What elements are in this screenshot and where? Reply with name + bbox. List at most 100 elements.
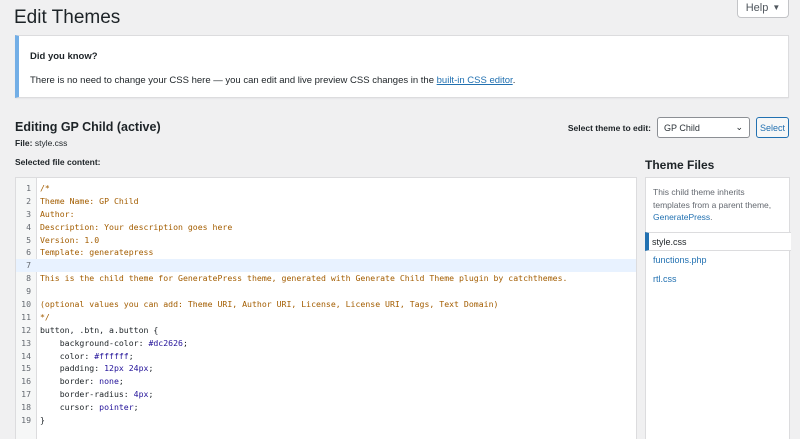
line-number: 10 — [21, 299, 31, 310]
code-line[interactable]: 2 Theme Name: GP Child — [16, 195, 636, 208]
code-line[interactable]: 17 border-radius: 4px; — [16, 388, 636, 401]
code-line[interactable]: 7 — [16, 259, 636, 273]
line-number: 13 — [21, 337, 31, 348]
css-property: cursor: — [40, 402, 100, 413]
code-text: cursor: pointer; — [36, 401, 139, 414]
code-text: Description: Your description goes here — [40, 221, 233, 232]
theme-files-desc-text: This child theme inherits templates from… — [653, 187, 772, 210]
theme-files-description: This child theme inherits templates from… — [646, 178, 789, 224]
line-number: 18 — [21, 402, 31, 413]
code-text: } — [40, 415, 45, 426]
page-title: Edit Themes — [14, 7, 121, 28]
editing-title: Editing GP Child (active) — [15, 120, 161, 134]
css-semicolon: ; — [182, 337, 188, 348]
code-line[interactable]: 13 background-color: #dc2626; — [16, 337, 636, 350]
code-line[interactable]: 5 Version: 1.0 — [16, 234, 636, 247]
code-line[interactable]: 14 color: #ffffff; — [16, 350, 636, 363]
line-number: 16 — [21, 376, 31, 387]
css-semicolon: ; — [148, 389, 154, 400]
line-number: 7 — [26, 260, 31, 271]
info-notice: Did you know? There is no need to change… — [15, 35, 789, 98]
code-line[interactable]: 10 (optional values you can add: Theme UR… — [16, 298, 636, 311]
code-line[interactable]: 6 Template: generatepress — [16, 246, 636, 259]
css-value: none — [99, 376, 119, 387]
theme-select-dropdown[interactable]: GP Child ⌄ — [657, 117, 750, 138]
code-line[interactable]: 9 — [16, 285, 636, 298]
line-number: 19 — [21, 415, 31, 426]
chevron-down-icon: ⌄ — [735, 122, 743, 132]
code-line[interactable]: 19} — [16, 414, 636, 427]
css-editor-link[interactable]: built-in CSS editor — [437, 75, 513, 86]
code-line[interactable]: 11 */ — [16, 311, 636, 324]
parent-theme-link[interactable]: GeneratePress — [653, 212, 710, 222]
code-text: Author: — [40, 208, 75, 219]
css-semicolon: ; — [133, 402, 139, 413]
theme-select-form: Select theme to edit: GP Child ⌄ Select — [568, 117, 789, 138]
line-number: 14 — [21, 350, 31, 361]
line-number: 8 — [26, 273, 31, 284]
code-lines: 1 /* 2 Theme Name: GP Child 3 Author: 4 Descrip… — [16, 182, 636, 427]
line-number: 15 — [21, 363, 31, 374]
code-line[interactable]: 15 padding: 12px 24px; — [16, 362, 636, 375]
line-number: 5 — [26, 234, 31, 245]
code-line[interactable]: 1 /* — [16, 182, 636, 195]
css-value: pointer — [99, 402, 134, 413]
code-text: padding: 12px 24px; — [36, 362, 154, 375]
code-text: /* — [40, 183, 50, 193]
theme-files-title: Theme Files — [645, 158, 715, 172]
line-number: 2 — [26, 195, 31, 206]
theme-files-desc-end: . — [710, 212, 713, 222]
css-property: color: — [40, 350, 95, 361]
code-line[interactable]: 4 Description: Your description goes here — [16, 221, 636, 234]
code-line[interactable]: 18 cursor: pointer; — [16, 401, 636, 414]
code-text: button, .btn, a.button { — [40, 324, 159, 335]
theme-select-value: GP Child — [664, 122, 700, 133]
line-number: 4 — [26, 221, 31, 232]
line-number: 17 — [21, 389, 31, 400]
line-number: 12 — [21, 324, 31, 335]
code-text: border-radius: 4px; — [36, 388, 154, 401]
css-property: border: — [40, 376, 100, 387]
code-editor[interactable]: 1 /* 2 Theme Name: GP Child 3 Author: 4 Descrip… — [15, 177, 637, 439]
notice-text-before: There is no need to change your CSS here… — [30, 75, 437, 86]
css-property: background-color: — [40, 337, 149, 348]
css-property: padding: — [40, 363, 105, 374]
line-number: 11 — [21, 311, 31, 322]
code-line[interactable]: 3 Author: — [16, 208, 636, 221]
code-text: This is the child theme for GeneratePres… — [40, 273, 568, 284]
code-text: Theme Name: GP Child — [40, 195, 139, 206]
code-text: (optional values you can add: Theme URI,… — [40, 299, 499, 310]
code-text: background-color: #dc2626; — [36, 337, 188, 350]
code-text: border: none; — [36, 375, 124, 388]
notice-text-after: . — [512, 75, 516, 86]
code-text: color: #ffffff; — [36, 350, 134, 363]
code-text: Template: generatepress — [40, 247, 154, 258]
css-value: 12px 24px — [104, 363, 149, 374]
css-semicolon: ; — [128, 350, 134, 361]
line-number: 3 — [26, 208, 31, 219]
code-line[interactable]: 12 button, .btn, a.button { — [16, 324, 636, 337]
help-button[interactable]: Help ▼ — [737, 0, 789, 18]
file-label: File: — [15, 138, 35, 148]
theme-select-label: Select theme to edit: — [567, 122, 651, 133]
line-number: 9 — [26, 286, 31, 297]
select-button[interactable]: Select — [756, 117, 789, 138]
css-value: 4px — [133, 389, 149, 400]
line-number: 6 — [26, 247, 31, 258]
code-line[interactable]: 8 This is the child theme for GeneratePre… — [16, 272, 636, 285]
theme-file-functions-php[interactable]: functions.php — [646, 251, 789, 270]
file-line: File: style.css — [15, 138, 67, 148]
code-line[interactable]: 16 border: none; — [16, 375, 636, 388]
css-semicolon: ; — [148, 363, 154, 374]
notice-title: Did you know? — [30, 51, 98, 62]
theme-file-rtl-css[interactable]: rtl.css — [646, 270, 789, 289]
help-label: Help — [745, 1, 769, 14]
file-name: style.css — [34, 138, 68, 148]
css-property: border-radius: — [40, 389, 134, 400]
theme-file-list: style.css functions.php rtl.css — [645, 231, 791, 289]
code-text: Version: 1.0 — [40, 234, 100, 245]
theme-files-panel: This child theme inherits templates from… — [645, 177, 791, 439]
css-semicolon: ; — [118, 376, 124, 387]
theme-file-style-css[interactable]: style.css — [645, 231, 791, 251]
